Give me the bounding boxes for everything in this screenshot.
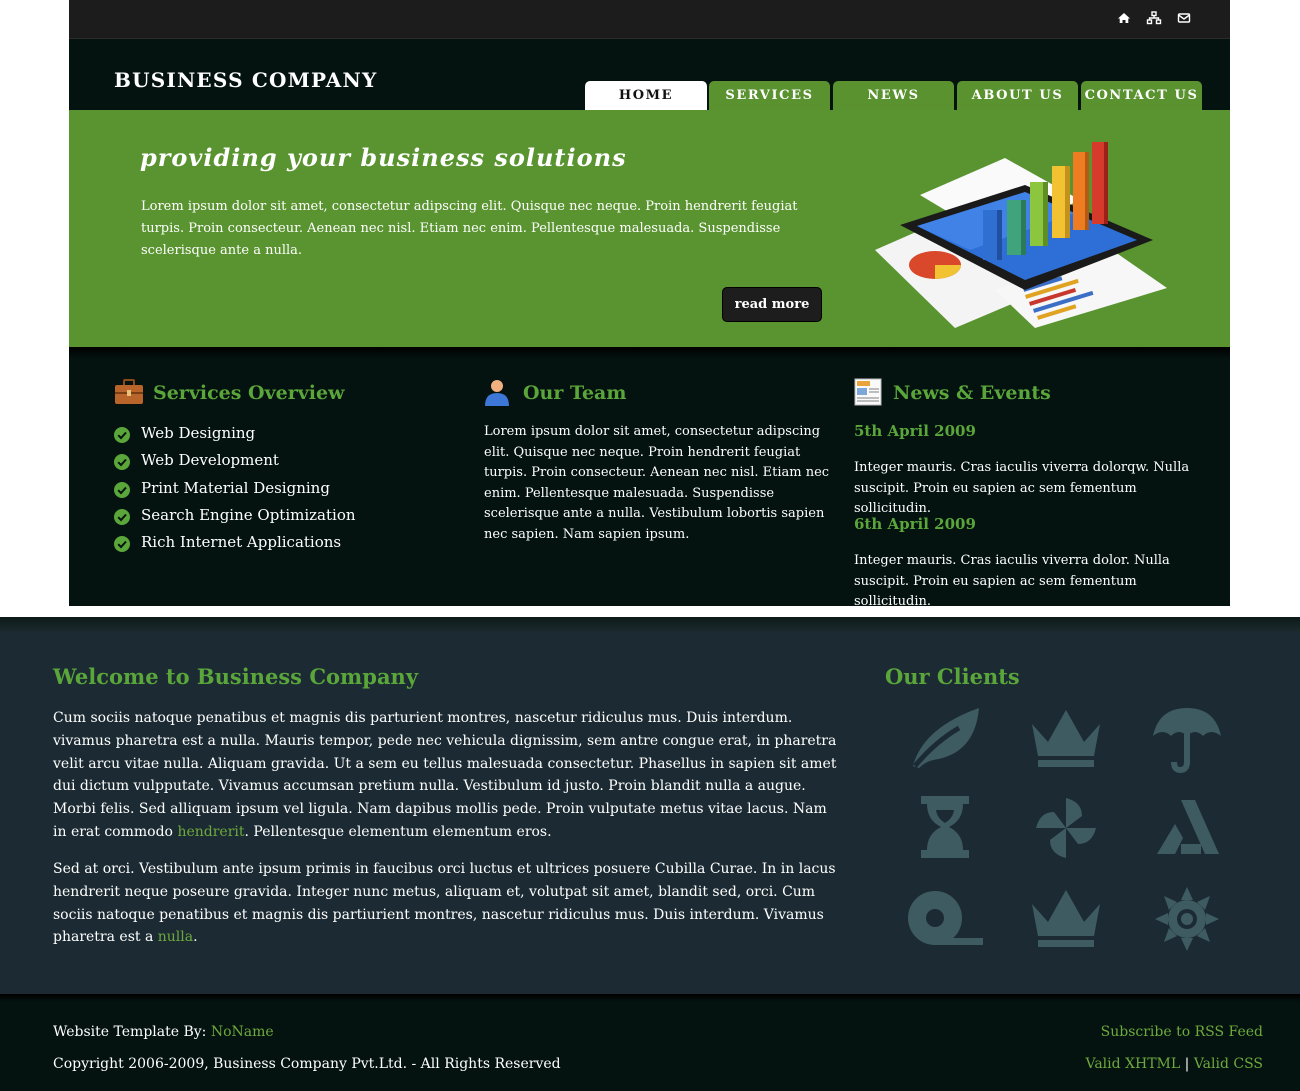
check-circle-icon [114,508,130,525]
home-icon[interactable] [1116,10,1132,26]
triangle-a-icon[interactable] [1147,794,1227,864]
check-circle-icon [114,536,130,553]
hendrerit-link[interactable]: hendrerit [177,824,244,840]
tab-news[interactable]: NEWS [833,81,954,110]
check-circle-icon [114,454,130,471]
list-item: Print Material Designing [114,479,356,506]
hero-text: Lorem ipsum dolor sit amet, consectetur … [141,199,798,258]
team-text: Lorem ipsum dolor sit amet, consectetur … [484,424,830,542]
services-title: Services Overview [153,382,345,404]
footer-shadow [0,994,1300,1002]
welcome-text: . [193,929,198,946]
service-label: Search Engine Optimization [141,505,356,524]
check-circle-icon [114,481,130,498]
footer: Website Template By: NoName Copyright 20… [0,994,1300,1091]
section-divider [0,617,1300,632]
news-text: Integer mauris. Cras iaculis viverra dol… [854,553,1170,609]
team-title: Our Team [523,382,627,404]
list-item: Search Engine Optimization [114,506,356,533]
service-label: Print Material Designing [141,478,330,497]
hero-title: providing your business solutions [140,143,627,172]
rss-feed-link[interactable]: Subscribe to RSS Feed [1101,1024,1263,1040]
check-circle-icon [114,427,130,443]
tab-home[interactable]: HOME [585,81,707,110]
read-more-button[interactable]: read more [722,287,822,322]
hourglass-icon[interactable] [905,794,985,864]
separator: | [1184,1056,1190,1072]
nulla-link[interactable]: nulla [158,929,193,945]
user-icon [484,378,514,408]
news-date[interactable]: 6th April 2009 [854,515,976,533]
service-label: Web Designing [141,424,256,442]
hero-shadow [69,347,1230,359]
tab-about-us[interactable]: ABOUT US [957,81,1078,110]
briefcase-icon [114,378,144,408]
list-item: Rich Internet Applications [114,533,356,560]
leaf-icon[interactable] [905,704,985,774]
crown-icon[interactable] [1026,704,1106,774]
welcome-paragraph: Sed at orci. Vestibulum ante ipsum primi… [53,858,843,949]
crown-icon[interactable] [1026,884,1106,954]
newspaper-icon [854,378,884,408]
news-date[interactable]: 5th April 2009 [854,422,976,440]
tab-contact-us[interactable]: CONTACT US [1081,81,1202,110]
valid-css-link[interactable]: Valid CSS [1194,1056,1263,1072]
services-list: Web Designing Web Development Print Mate… [114,424,356,560]
utility-bar [69,0,1230,39]
validation-links: Valid XHTML | Valid CSS [1086,1056,1264,1072]
service-label: Web Development [141,451,279,470]
service-label: Rich Internet Applications [141,533,342,552]
list-item: Web Development [114,451,356,478]
envelope-icon[interactable] [1176,10,1192,26]
tab-services[interactable]: SERVICES [709,81,830,110]
valid-xhtml-link[interactable]: Valid XHTML [1086,1056,1181,1072]
list-item: Web Designing [114,424,356,451]
sitemap-icon[interactable] [1146,10,1162,26]
welcome-title: Welcome to Business Company [53,664,419,689]
welcome-text: Cum sociis natoque penatibus et magnis d… [53,710,837,840]
hero-banner: providing your business solutions Lorem … [69,110,1230,347]
sun-gear-icon[interactable] [1147,884,1227,954]
bar-chart-tablet-icon [875,140,1173,330]
news-text: Integer mauris. Cras iaculis viverra dol… [854,460,1190,516]
pinwheel-icon[interactable] [1026,794,1106,864]
clients-title: Our Clients [885,664,1020,689]
credit-label: Website Template By: [53,1024,211,1040]
news-title: News & Events [893,382,1051,404]
welcome-text: . Pellentesque elementum elementum eros. [244,823,552,840]
lower-content: Welcome to Business Company Cum sociis n… [0,632,1300,994]
umbrella-icon[interactable] [1147,704,1227,774]
tape-icon[interactable] [905,884,985,954]
template-credit: Website Template By: NoName [53,1024,274,1040]
welcome-paragraph: Cum sociis natoque penatibus et magnis d… [53,707,843,844]
page: BUSINESS COMPANY HOME SERVICES NEWS ABOU… [0,0,1300,1091]
rss-feed-link-wrap: Subscribe to RSS Feed [1101,1024,1263,1040]
top-wrapper: BUSINESS COMPANY HOME SERVICES NEWS ABOU… [69,0,1230,609]
noname-link[interactable]: NoName [211,1024,274,1040]
site-logo[interactable]: BUSINESS COMPANY [114,68,377,92]
copyright: Copyright 2006-2009, Business Company Pv… [53,1056,561,1072]
